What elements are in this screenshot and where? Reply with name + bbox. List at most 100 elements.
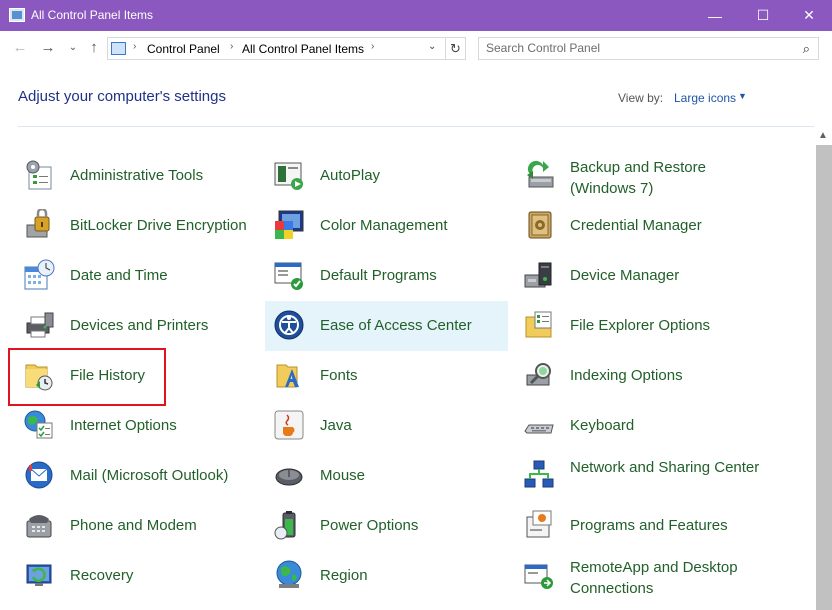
recent-locations-chevron-icon[interactable]: ⌄ [63,42,83,53]
item-keyboard[interactable]: Keyboard [515,401,758,451]
item-network-and-sharing[interactable]: Network and Sharing Center [515,451,759,501]
item-label: Mail (Microsoft Outlook) [70,467,229,484]
item-label: Device Manager [570,267,680,284]
item-label: Java [320,417,352,434]
mouse-icon [275,468,303,486]
search-icon[interactable]: ⌕ [803,41,810,57]
item-label: Date and Time [70,267,168,284]
view-by-dropdown[interactable]: Large icons [674,91,736,105]
item-default-programs[interactable]: Default Programs [265,251,508,301]
item-internet-options[interactable]: Internet Options [15,401,258,451]
autoplay-icon [274,162,303,190]
close-button[interactable]: ✕ [786,0,832,31]
fonts-icon [276,364,299,388]
minimize-button[interactable]: — [692,0,738,31]
control-panel-icon [9,8,25,22]
item-ease-of-access-center[interactable]: Ease of Access Center [265,301,508,351]
forward-arrow-icon[interactable]: → [38,39,58,56]
item-java[interactable]: Java [265,401,508,451]
network-sharing-icon [524,460,554,488]
item-backup-and-restore[interactable]: Backup and Restore (Windows 7) [515,151,758,201]
item-bitlocker[interactable]: BitLocker Drive Encryption [15,201,258,251]
item-credential-manager[interactable]: Credential Manager [515,201,758,251]
address-dropdown-chevron-icon[interactable]: ⌄ [428,41,436,52]
breadcrumb-control-panel[interactable]: Control Panel [147,42,220,56]
view-by-label: View by: [618,91,664,105]
item-file-explorer-options[interactable]: File Explorer Options [515,301,758,351]
item-fonts[interactable]: Fonts [265,351,508,401]
breadcrumb-separator-icon[interactable]: › [371,41,374,52]
file-explorer-options-icon [525,311,552,338]
item-administrative-tools[interactable]: Administrative Tools [15,151,258,201]
item-label: Keyboard [570,417,635,434]
breadcrumb-separator-icon[interactable]: › [133,41,136,52]
item-label: Default Programs [320,267,437,284]
item-label: Programs and Features [570,517,728,534]
highlight-annotation-box [8,348,166,406]
up-arrow-icon[interactable]: ↑ [84,39,104,56]
item-device-manager[interactable]: Device Manager [515,251,758,301]
item-label: Region [320,567,368,584]
item-indexing-options[interactable]: Indexing Options [515,351,758,401]
refresh-icon[interactable]: ↻ [446,37,466,60]
item-label: Administrative Tools [70,167,204,184]
address-bar[interactable]: › Control Panel › All Control Panel Item… [107,37,446,60]
breadcrumb-separator-icon[interactable]: › [230,41,233,52]
keyboard-icon [524,424,554,434]
indexing-options-icon [526,363,551,386]
item-programs-and-features[interactable]: Programs and Features [515,501,758,551]
item-region[interactable]: Region [265,551,508,601]
window-title: All Control Panel Items [31,8,154,22]
internet-options-icon [24,410,53,439]
search-input[interactable] [486,41,786,55]
back-arrow-icon[interactable]: ← [10,39,30,56]
java-icon [274,410,304,440]
item-label: Recovery [70,567,134,584]
item-recovery[interactable]: Recovery [15,551,258,601]
item-label: Devices and Printers [70,317,209,334]
item-color-management[interactable]: Color Management [265,201,508,251]
devices-printers-icon [26,312,54,338]
item-date-and-time[interactable]: Date and Time [15,251,258,301]
bitlocker-icon [26,209,50,238]
scroll-up-icon[interactable]: ▲ [814,127,832,145]
breadcrumb-all-items[interactable]: All Control Panel Items [242,42,364,56]
maximize-button[interactable]: ☐ [740,0,786,31]
view-by-chevron-icon[interactable]: ▼ [738,91,747,101]
item-remoteapp[interactable]: RemoteApp and Desktop Connections [515,551,758,601]
power-options-icon [274,511,296,540]
item-label: Power Options [320,517,419,534]
item-label: Mouse [320,467,366,484]
scrollbar-thumb[interactable] [816,145,832,610]
header-divider [18,126,814,127]
item-mail[interactable]: Mail (Microsoft Outlook) [15,451,258,501]
item-label: RemoteApp and Desktop Connections [570,559,738,597]
search-box[interactable]: ⌕ [478,37,819,60]
item-label: Indexing Options [570,367,683,384]
administrative-tools-icon [26,160,52,190]
ease-of-access-icon [274,310,304,340]
item-label: AutoPlay [320,167,381,184]
date-time-icon [24,259,55,290]
backup-restore-icon [527,160,554,188]
item-label: Phone and Modem [70,517,197,534]
item-label: Fonts [320,367,358,384]
item-phone-and-modem[interactable]: Phone and Modem [15,501,258,551]
title-bar: All Control Panel Items — ☐ ✕ [0,0,832,31]
control-panel-icon [111,42,126,55]
item-label: Backup and Restore (Windows 7) [570,159,706,197]
item-mouse[interactable]: Mouse [265,451,508,501]
color-management-icon [275,210,304,239]
credential-manager-icon [528,211,552,239]
device-manager-icon [524,262,552,288]
default-programs-icon [274,262,303,290]
item-power-options[interactable]: Power Options [265,501,508,551]
recovery-icon [26,564,52,586]
item-label: Ease of Access Center [320,317,472,334]
item-autoplay[interactable]: AutoPlay [265,151,508,201]
item-devices-and-printers[interactable]: Devices and Printers [15,301,258,351]
region-icon [276,560,302,588]
navigation-bar: ← → ⌄ ↑ › Control Panel › All Control Pa… [0,31,832,67]
mail-icon [25,461,53,489]
remoteapp-icon [524,564,553,589]
